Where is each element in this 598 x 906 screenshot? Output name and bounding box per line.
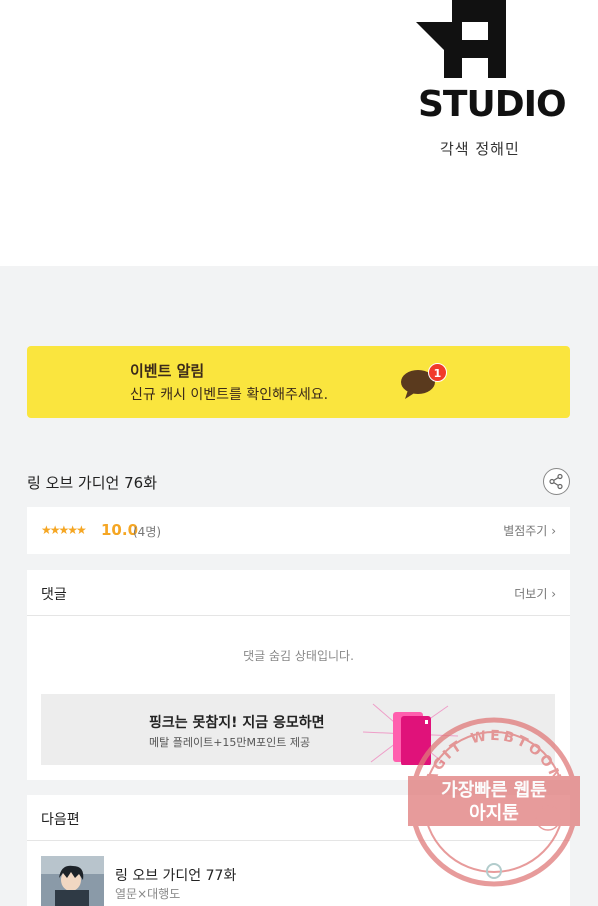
share-icon	[549, 473, 563, 490]
comments-hidden-message: 댓글 숨김 상태입니다.	[243, 649, 354, 663]
pink-card-image	[363, 703, 459, 765]
more-button-label: 더보기	[514, 587, 548, 601]
header-artwork-area: STUDIO 각색 정해민	[0, 0, 598, 266]
share-button[interactable]	[543, 468, 570, 495]
next-episode-header: 다음편	[27, 795, 570, 841]
ad-title: 핑크는 못참지! 지금 응모하면	[149, 715, 325, 731]
comments-more-button[interactable]: 더보기 ›	[514, 585, 556, 602]
studio-logo-mark	[416, 0, 506, 78]
event-title: 이벤트 알림	[130, 362, 205, 380]
next-episode-label: 다음편	[41, 812, 80, 828]
next-episode-thumbnail[interactable]	[41, 856, 104, 906]
studio-logo: STUDIO 각색 정해민	[410, 0, 567, 170]
next-episode-title[interactable]: 링 오브 가디언 77화	[115, 865, 236, 885]
comments-label: 댓글	[41, 587, 67, 603]
episode-title: 링 오브 가디언 76화	[27, 474, 157, 492]
studio-logo-text: STUDIO	[418, 84, 567, 125]
character-thumbnail-image	[41, 856, 104, 906]
ad-banner[interactable]: 핑크는 못참지! 지금 응모하면 메탈 플레이트+15만M포인트 제공	[41, 694, 555, 765]
rating-card: ★★★★★ 10.0 (4명) 별점주기 ›	[27, 507, 570, 554]
comments-section: 댓글 더보기 › 댓글 숨김 상태입니다. 핑크는 못참지! 지금 응모하면 메…	[27, 570, 570, 780]
comments-header: 댓글 더보기 ›	[27, 570, 570, 616]
notification-badge: 1	[428, 363, 447, 382]
rate-button[interactable]: 별점주기 ›	[503, 522, 556, 539]
chevron-right-icon: ›	[551, 524, 556, 538]
next-episode-section: 다음편 링 오브 가디언 77화 열문×대행도	[27, 795, 570, 906]
ad-subtitle: 메탈 플레이트+15만M포인트 제공	[149, 736, 311, 749]
event-notice-banner[interactable]: 이벤트 알림 신규 캐시 이벤트를 확인해주세요. 1	[27, 346, 570, 418]
adaptation-credit: 각색 정해민	[440, 140, 520, 158]
event-subtitle: 신규 캐시 이벤트를 확인해주세요.	[130, 387, 329, 403]
rating-count: (4명)	[133, 525, 162, 539]
next-episode-author: 열문×대행도	[115, 887, 181, 901]
rate-button-label: 별점주기	[503, 524, 548, 538]
rating-stars: ★★★★★	[41, 523, 87, 537]
chevron-right-icon: ›	[551, 587, 556, 601]
